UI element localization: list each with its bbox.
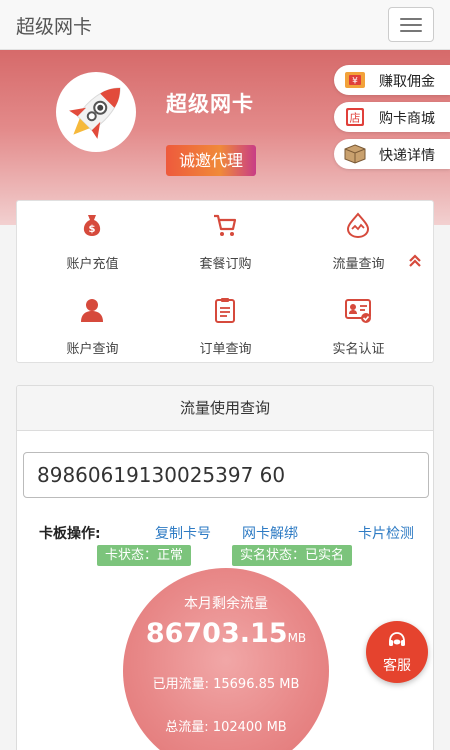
- account-recharge-item[interactable]: $ 账户充值: [23, 201, 162, 281]
- cart-icon: [214, 214, 237, 236]
- realname-status-badge: 实名状态：已实名: [232, 545, 353, 566]
- account-query-label: 账户查询: [66, 342, 119, 357]
- rocket-logo: [56, 72, 136, 152]
- store-icon: 店: [346, 108, 364, 126]
- svg-text:$: $: [89, 224, 96, 235]
- user-icon: [81, 299, 103, 322]
- navbar: 超级网卡: [0, 0, 450, 50]
- shipping-details-button[interactable]: 快递详情: [334, 139, 450, 169]
- hamburger-icon: [400, 18, 422, 20]
- card-store-label: 购卡商城: [379, 111, 435, 127]
- svg-text:¥: ¥: [352, 77, 358, 87]
- total-traffic-text: 总流量: 102400 MB: [165, 720, 287, 735]
- realname-auth-item[interactable]: 实名认证: [289, 286, 428, 366]
- traffic-usage-header: 流量使用查询: [17, 386, 433, 431]
- navbar-brand[interactable]: 超级网卡: [16, 12, 92, 39]
- card-status-badge: 卡状态：正常: [97, 545, 192, 566]
- customer-service-button[interactable]: 客服: [366, 621, 428, 683]
- order-query-label: 订单查询: [199, 342, 252, 357]
- svg-text:店: 店: [350, 111, 361, 125]
- earn-commission-button[interactable]: ¥ 赚取佣金: [334, 65, 450, 95]
- account-recharge-label: 账户充值: [66, 257, 119, 272]
- remaining-traffic-title: 本月剩余流量: [184, 596, 268, 612]
- money-icon: ¥: [345, 72, 365, 88]
- package-order-item[interactable]: 套餐订购: [156, 201, 295, 281]
- unbind-card-link[interactable]: 网卡解绑: [242, 523, 298, 543]
- used-traffic-text: 已用流量: 15696.85 MB: [152, 677, 300, 692]
- traffic-query-item[interactable]: 流量查询: [289, 201, 428, 281]
- quick-actions-panel: $ 账户充值 套餐订购 流量查询 账户查询 订单查询 实名认证: [16, 200, 434, 363]
- shipping-details-label: 快递详情: [379, 148, 435, 164]
- hero-title: 超级网卡: [166, 92, 254, 116]
- copy-card-number-link[interactable]: 复制卡号: [155, 523, 211, 543]
- customer-service-label: 客服: [383, 658, 411, 674]
- card-ops-label: 卡板操作:: [39, 526, 101, 542]
- clipboard-icon: [215, 298, 235, 323]
- card-check-link[interactable]: 卡片检测: [358, 523, 414, 543]
- id-card-icon: [345, 299, 371, 323]
- traffic-icon: [346, 212, 370, 239]
- money-bag-icon: $: [83, 215, 101, 236]
- remaining-traffic-value-row: 86703.15MB: [123, 618, 329, 649]
- double-chevron-up-icon[interactable]: [408, 254, 422, 268]
- remaining-traffic-unit: MB: [287, 631, 307, 645]
- package-order-label: 套餐订购: [199, 257, 252, 272]
- order-query-item[interactable]: 订单查询: [156, 286, 295, 366]
- iccid-field[interactable]: 89860619130025397 60: [23, 452, 429, 498]
- card-store-button[interactable]: 店 购卡商城: [334, 102, 450, 132]
- rocket-icon: [69, 87, 121, 139]
- remaining-traffic-value: 86703.15: [145, 618, 288, 649]
- account-query-item[interactable]: 账户查询: [23, 286, 162, 366]
- traffic-usage-panel: 流量使用查询 89860619130025397 60 卡板操作: 复制卡号 网…: [16, 385, 434, 750]
- remaining-traffic-circle: 本月剩余流量 86703.15MB 已用流量: 15696.85 MB 总流量:…: [123, 568, 329, 750]
- package-icon: [344, 144, 366, 164]
- headset-icon: [389, 632, 405, 646]
- hero-banner: 超级网卡 诚邀代理 ¥ 赚取佣金 店 购卡商城 快递详情: [0, 50, 450, 225]
- earn-commission-label: 赚取佣金: [379, 74, 435, 90]
- realname-auth-label: 实名认证: [332, 342, 385, 357]
- invite-agent-button[interactable]: 诚邀代理: [166, 145, 256, 176]
- menu-toggle-button[interactable]: [388, 7, 434, 42]
